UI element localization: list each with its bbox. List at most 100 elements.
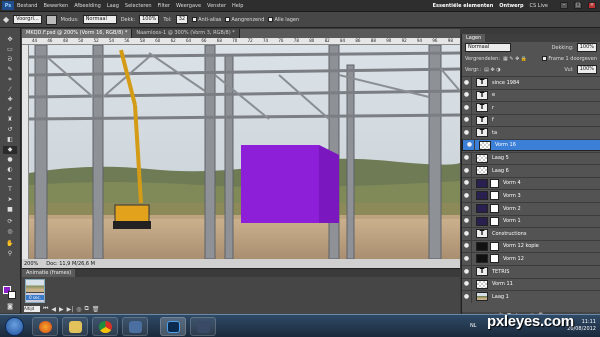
layer-row[interactable]: ● Tr (462, 101, 600, 114)
paint-bucket-icon[interactable]: ◆ (3, 15, 9, 24)
cs-live-button[interactable]: CS Live (530, 3, 548, 9)
visibility-eye-icon[interactable]: ● (462, 227, 472, 240)
layer-row[interactable]: ● Vorm 11 (462, 277, 600, 291)
tween-icon[interactable]: ◎ (76, 306, 81, 313)
layer-row[interactable]: ● Tf (462, 113, 600, 127)
maximize-icon[interactable]: □ (574, 2, 582, 9)
layer-opacity-input[interactable]: 100% (576, 43, 597, 52)
eraser-tool-icon[interactable]: ◧ (3, 136, 17, 144)
previous-frame-icon[interactable]: ◀ (51, 306, 56, 313)
layer-row[interactable]: ● Vorm 16 (462, 139, 600, 151)
layer-row[interactable]: ● Vorm 1 (462, 214, 600, 228)
tab-layers[interactable]: Lagen (462, 34, 486, 42)
visibility-eye-icon[interactable]: ● (462, 215, 472, 228)
dodge-tool-icon[interactable]: ◐ (3, 166, 17, 174)
menu-window[interactable]: Venster (207, 3, 226, 9)
fill-input[interactable]: 100% (576, 65, 597, 74)
document-canvas[interactable] (29, 45, 460, 259)
delete-frame-icon[interactable]: 🗑 (92, 306, 100, 313)
menu-image[interactable]: Afbeelding (74, 3, 101, 9)
visibility-eye-icon[interactable]: ● (462, 76, 472, 89)
layer-row[interactable]: ● Laag 1 (462, 290, 600, 303)
quick-mask-icon[interactable]: ◙ (3, 303, 17, 311)
visibility-eye-icon[interactable]: ● (465, 139, 475, 151)
frame-duration[interactable]: 0 sec. (26, 295, 44, 300)
background-color-swatch[interactable] (8, 291, 16, 299)
mode-select[interactable]: Normaal (82, 15, 117, 24)
menu-filter[interactable]: Filter (158, 3, 170, 9)
blur-tool-icon[interactable]: ● (3, 156, 17, 164)
layer-row[interactable]: ● Vorm 12 kopie (462, 239, 600, 253)
media-player-taskbar-icon[interactable] (122, 317, 148, 336)
menu-help[interactable]: Help (232, 3, 243, 9)
layer-row[interactable]: ● Vorm 3 (462, 189, 600, 202)
lock-icons[interactable]: ▦ ✎ ✥ 🔒 (503, 56, 527, 62)
layer-row[interactable]: ● Te (462, 88, 600, 102)
visibility-eye-icon[interactable]: ● (462, 101, 472, 114)
workspace-design[interactable]: Ontwerp (499, 3, 523, 9)
antialias-checkbox[interactable]: Anti-alias (192, 17, 221, 23)
zoom-tool-icon[interactable]: ⚲ (3, 250, 17, 258)
type-tool-icon[interactable]: T (3, 186, 17, 194)
contiguous-checkbox[interactable]: Aangrenzend (225, 17, 264, 23)
lasso-tool-icon[interactable]: ᘐ (3, 56, 17, 64)
hand-tool-icon[interactable]: ✋ (3, 240, 17, 248)
language-indicator[interactable]: NL (470, 323, 477, 329)
minimize-icon[interactable]: – (560, 2, 568, 9)
firefox-taskbar-icon[interactable] (32, 317, 58, 336)
visibility-eye-icon[interactable]: ● (462, 177, 472, 190)
blend-mode-select[interactable]: Normaal (465, 43, 511, 52)
move-tool-icon[interactable]: ✥ (3, 36, 17, 44)
tab-document-untitled[interactable]: Naamloos-1 @ 300% (Vorm 3, RGB/8) * (132, 29, 240, 38)
crop-tool-icon[interactable]: ⌗ (3, 76, 17, 84)
menu-file[interactable]: Bestand (17, 3, 37, 9)
visibility-eye-icon[interactable]: ● (462, 126, 472, 139)
visibility-eye-icon[interactable]: ● (462, 278, 472, 291)
visibility-eye-icon[interactable]: ● (462, 164, 472, 177)
photoshop-taskbar-icon[interactable] (160, 317, 186, 336)
layer-row[interactable]: ● Tsince 1984 (462, 76, 600, 89)
visibility-eye-icon[interactable]: ● (462, 252, 472, 265)
all-layers-checkbox[interactable]: Alle lagen (268, 17, 299, 23)
loop-select[interactable]: Altijd (24, 306, 40, 312)
zoom-level[interactable]: 200% (24, 261, 38, 267)
visibility-eye-icon[interactable]: ● (462, 202, 472, 215)
menu-edit[interactable]: Bewerken (43, 3, 68, 9)
visibility-eye-icon[interactable]: ● (462, 152, 472, 165)
layer-row[interactable]: ● Tta (462, 126, 600, 139)
visibility-eye-icon[interactable]: ● (462, 189, 472, 202)
explorer-taskbar-icon[interactable] (62, 317, 88, 336)
propagate-frame-checkbox[interactable]: Frame 1 doorgeven (542, 56, 597, 62)
visibility-eye-icon[interactable]: ● (462, 290, 472, 303)
layer-row[interactable]: ● Vorm 4 (462, 176, 600, 190)
menu-layer[interactable]: Laag (107, 3, 119, 9)
history-brush-tool-icon[interactable]: ↺ (3, 126, 17, 134)
next-frame-icon[interactable]: ▶| (67, 306, 74, 313)
layer-row[interactable]: ● T Constructions (462, 227, 600, 240)
visibility-eye-icon[interactable]: ● (462, 240, 472, 253)
visibility-eye-icon[interactable]: ● (462, 114, 472, 127)
healing-tool-icon[interactable]: ✚ (3, 96, 17, 104)
unify-icons[interactable]: ▤ ✥ ◑ (484, 67, 500, 73)
play-icon[interactable]: ▶ (59, 306, 64, 313)
brush-tool-icon[interactable]: ✐ (3, 106, 17, 114)
workspace-essentials[interactable]: Essentiële elementen (433, 3, 494, 9)
tab-animation[interactable]: Animatie (frames) (22, 269, 76, 277)
clone-stamp-tool-icon[interactable]: ♜ (3, 116, 17, 124)
menu-view[interactable]: Weergave (176, 3, 201, 9)
paint-bucket-tool-icon[interactable]: ◆ (3, 146, 17, 154)
eyedropper-tool-icon[interactable]: ⁄ (3, 86, 17, 94)
marquee-tool-icon[interactable]: ▭ (3, 46, 17, 54)
tool-preset-select[interactable]: Voorgrl... (13, 15, 42, 24)
tolerance-input[interactable]: 32 (175, 15, 189, 24)
first-frame-icon[interactable]: ⏮ (43, 305, 48, 313)
chrome-taskbar-icon[interactable] (92, 317, 118, 336)
opacity-input[interactable]: 100% (139, 15, 160, 24)
visibility-eye-icon[interactable]: ● (462, 265, 472, 278)
menu-select[interactable]: Selecteren (125, 3, 152, 9)
pattern-swatch[interactable] (45, 14, 57, 25)
layer-row[interactable]: ● Laag 5 (462, 151, 600, 165)
shape-tool-icon[interactable]: ■ (3, 206, 17, 214)
3d-camera-tool-icon[interactable]: ◎ (3, 228, 17, 236)
new-frame-icon[interactable]: ⧉ (85, 305, 89, 313)
